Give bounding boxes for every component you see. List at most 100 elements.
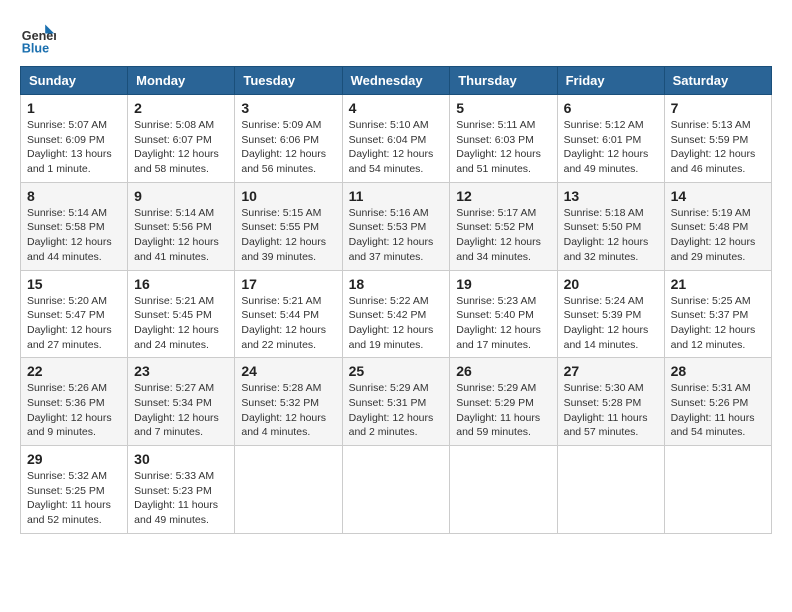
day-info-7: Sunrise: 5:13 AM Sunset: 5:59 PM Dayligh… [671, 118, 765, 177]
empty-cell [342, 446, 450, 534]
day-info-23: Sunrise: 5:27 AM Sunset: 5:34 PM Dayligh… [134, 381, 228, 440]
day-info-16: Sunrise: 5:21 AM Sunset: 5:45 PM Dayligh… [134, 294, 228, 353]
day-number-15: 15 [27, 276, 121, 292]
day-number-1: 1 [27, 100, 121, 116]
day-number-27: 27 [564, 363, 658, 379]
day-number-22: 22 [27, 363, 121, 379]
day-number-5: 5 [456, 100, 550, 116]
day-cell-6: 6 Sunrise: 5:12 AM Sunset: 6:01 PM Daylig… [557, 95, 664, 183]
day-number-21: 21 [671, 276, 765, 292]
day-number-8: 8 [27, 188, 121, 204]
day-number-11: 11 [349, 188, 444, 204]
day-number-26: 26 [456, 363, 550, 379]
day-number-17: 17 [241, 276, 335, 292]
day-info-19: Sunrise: 5:23 AM Sunset: 5:40 PM Dayligh… [456, 294, 550, 353]
day-cell-11: 11 Sunrise: 5:16 AM Sunset: 5:53 PM Dayli… [342, 182, 450, 270]
day-info-13: Sunrise: 5:18 AM Sunset: 5:50 PM Dayligh… [564, 206, 658, 265]
day-info-2: Sunrise: 5:08 AM Sunset: 6:07 PM Dayligh… [134, 118, 228, 177]
day-info-15: Sunrise: 5:20 AM Sunset: 5:47 PM Dayligh… [27, 294, 121, 353]
day-number-30: 30 [134, 451, 228, 467]
day-cell-24: 24Sunrise: 5:28 AM Sunset: 5:32 PM Dayli… [235, 358, 342, 446]
day-number-3: 3 [241, 100, 335, 116]
day-cell-4: 4Sunrise: 5:10 AM Sunset: 6:04 PM Daylig… [342, 95, 450, 183]
day-cell-29: 29 Sunrise: 5:32 AM Sunset: 5:25 PM Dayli… [21, 446, 128, 534]
day-info-25: Sunrise: 5:29 AM Sunset: 5:31 PM Dayligh… [349, 381, 444, 440]
day-cell-3: 3 Sunrise: 5:09 AM Sunset: 6:06 PM Daylig… [235, 95, 342, 183]
day-number-25: 25 [349, 363, 444, 379]
day-cell-10: 10 Sunrise: 5:15 AM Sunset: 5:55 PM Dayli… [235, 182, 342, 270]
day-info-4: Sunrise: 5:10 AM Sunset: 6:04 PM Dayligh… [349, 118, 444, 177]
day-number-13: 13 [564, 188, 658, 204]
day-number-19: 19 [456, 276, 550, 292]
day-info-20: Sunrise: 5:24 AM Sunset: 5:39 PM Dayligh… [564, 294, 658, 353]
day-info-11: Sunrise: 5:16 AM Sunset: 5:53 PM Dayligh… [349, 206, 444, 265]
logo: General Blue [20, 20, 56, 56]
day-info-26: Sunrise: 5:29 AM Sunset: 5:29 PM Dayligh… [456, 381, 550, 440]
week-row-3: 15 Sunrise: 5:20 AM Sunset: 5:47 PM Dayli… [21, 270, 772, 358]
day-cell-19: 19 Sunrise: 5:23 AM Sunset: 5:40 PM Dayli… [450, 270, 557, 358]
weekday-header-thursday: Thursday [450, 67, 557, 95]
day-info-1: Sunrise: 5:07 AM Sunset: 6:09 PM Dayligh… [27, 118, 121, 177]
day-cell-17: 17 Sunrise: 5:21 AM Sunset: 5:44 PM Dayli… [235, 270, 342, 358]
day-info-10: Sunrise: 5:15 AM Sunset: 5:55 PM Dayligh… [241, 206, 335, 265]
day-info-3: Sunrise: 5:09 AM Sunset: 6:06 PM Dayligh… [241, 118, 335, 177]
day-cell-14: 14Sunrise: 5:19 AM Sunset: 5:48 PM Dayli… [664, 182, 771, 270]
day-info-9: Sunrise: 5:14 AM Sunset: 5:56 PM Dayligh… [134, 206, 228, 265]
day-cell-5: 5 Sunrise: 5:11 AM Sunset: 6:03 PM Daylig… [450, 95, 557, 183]
day-number-18: 18 [349, 276, 444, 292]
day-cell-27: 27 Sunrise: 5:30 AM Sunset: 5:28 PM Dayli… [557, 358, 664, 446]
empty-cell [664, 446, 771, 534]
day-cell-30: 30 Sunrise: 5:33 AM Sunset: 5:23 PM Dayli… [128, 446, 235, 534]
day-info-29: Sunrise: 5:32 AM Sunset: 5:25 PM Dayligh… [27, 469, 121, 528]
weekday-header-saturday: Saturday [664, 67, 771, 95]
day-cell-15: 15 Sunrise: 5:20 AM Sunset: 5:47 PM Dayli… [21, 270, 128, 358]
calendar: SundayMondayTuesdayWednesdayThursdayFrid… [20, 66, 772, 534]
day-cell-28: 28Sunrise: 5:31 AM Sunset: 5:26 PM Dayli… [664, 358, 771, 446]
day-number-9: 9 [134, 188, 228, 204]
day-info-22: Sunrise: 5:26 AM Sunset: 5:36 PM Dayligh… [27, 381, 121, 440]
day-cell-20: 20Sunrise: 5:24 AM Sunset: 5:39 PM Dayli… [557, 270, 664, 358]
week-row-5: 29 Sunrise: 5:32 AM Sunset: 5:25 PM Dayli… [21, 446, 772, 534]
weekday-header-friday: Friday [557, 67, 664, 95]
day-cell-26: 26 Sunrise: 5:29 AM Sunset: 5:29 PM Dayli… [450, 358, 557, 446]
day-info-8: Sunrise: 5:14 AM Sunset: 5:58 PM Dayligh… [27, 206, 121, 265]
day-number-23: 23 [134, 363, 228, 379]
day-info-30: Sunrise: 5:33 AM Sunset: 5:23 PM Dayligh… [134, 469, 228, 528]
day-info-18: Sunrise: 5:22 AM Sunset: 5:42 PM Dayligh… [349, 294, 444, 353]
day-cell-25: 25 Sunrise: 5:29 AM Sunset: 5:31 PM Dayli… [342, 358, 450, 446]
day-info-27: Sunrise: 5:30 AM Sunset: 5:28 PM Dayligh… [564, 381, 658, 440]
day-info-5: Sunrise: 5:11 AM Sunset: 6:03 PM Dayligh… [456, 118, 550, 177]
weekday-header-wednesday: Wednesday [342, 67, 450, 95]
day-cell-23: 23 Sunrise: 5:27 AM Sunset: 5:34 PM Dayli… [128, 358, 235, 446]
day-info-21: Sunrise: 5:25 AM Sunset: 5:37 PM Dayligh… [671, 294, 765, 353]
empty-cell [557, 446, 664, 534]
day-number-14: 14 [671, 188, 765, 204]
header-area: General Blue [20, 20, 772, 56]
day-cell-2: 2 Sunrise: 5:08 AM Sunset: 6:07 PM Daylig… [128, 95, 235, 183]
day-info-17: Sunrise: 5:21 AM Sunset: 5:44 PM Dayligh… [241, 294, 335, 353]
day-cell-7: 7 Sunrise: 5:13 AM Sunset: 5:59 PM Daylig… [664, 95, 771, 183]
day-number-2: 2 [134, 100, 228, 116]
day-cell-12: 12Sunrise: 5:17 AM Sunset: 5:52 PM Dayli… [450, 182, 557, 270]
day-number-6: 6 [564, 100, 658, 116]
weekday-header-row: SundayMondayTuesdayWednesdayThursdayFrid… [21, 67, 772, 95]
weekday-header-tuesday: Tuesday [235, 67, 342, 95]
day-cell-21: 21 Sunrise: 5:25 AM Sunset: 5:37 PM Dayli… [664, 270, 771, 358]
svg-text:Blue: Blue [22, 41, 49, 55]
week-row-1: 1 Sunrise: 5:07 AM Sunset: 6:09 PM Daylig… [21, 95, 772, 183]
day-cell-8: 8 Sunrise: 5:14 AM Sunset: 5:58 PM Daylig… [21, 182, 128, 270]
day-cell-1: 1 Sunrise: 5:07 AM Sunset: 6:09 PM Daylig… [21, 95, 128, 183]
day-number-28: 28 [671, 363, 765, 379]
day-info-6: Sunrise: 5:12 AM Sunset: 6:01 PM Dayligh… [564, 118, 658, 177]
day-number-29: 29 [27, 451, 121, 467]
day-cell-22: 22 Sunrise: 5:26 AM Sunset: 5:36 PM Dayli… [21, 358, 128, 446]
weekday-header-sunday: Sunday [21, 67, 128, 95]
day-cell-18: 18 Sunrise: 5:22 AM Sunset: 5:42 PM Dayli… [342, 270, 450, 358]
day-number-7: 7 [671, 100, 765, 116]
day-cell-9: 9 Sunrise: 5:14 AM Sunset: 5:56 PM Daylig… [128, 182, 235, 270]
day-number-10: 10 [241, 188, 335, 204]
weekday-header-monday: Monday [128, 67, 235, 95]
day-cell-13: 13 Sunrise: 5:18 AM Sunset: 5:50 PM Dayli… [557, 182, 664, 270]
day-cell-16: 16 Sunrise: 5:21 AM Sunset: 5:45 PM Dayli… [128, 270, 235, 358]
day-number-16: 16 [134, 276, 228, 292]
